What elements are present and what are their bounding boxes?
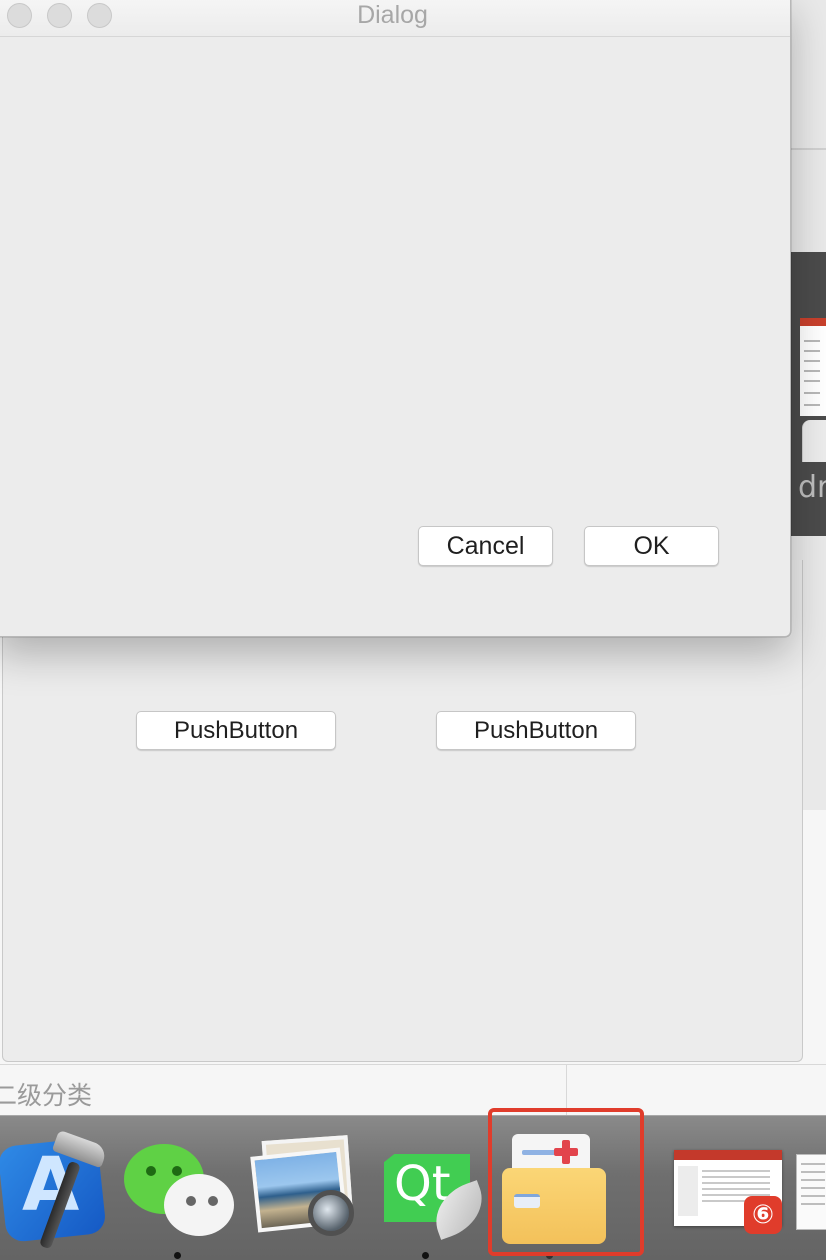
background-panel — [802, 420, 826, 462]
running-indicator-dot — [422, 1252, 429, 1259]
wechat-eye — [146, 1166, 156, 1176]
cancel-button[interactable]: Cancel — [418, 526, 553, 566]
highlight-annotation-box — [488, 1108, 644, 1256]
preview-loupe — [308, 1190, 354, 1236]
music-sidebar — [678, 1166, 698, 1216]
wechat-bubble-white — [164, 1174, 234, 1236]
mini-line — [804, 350, 820, 352]
dock: A Qt ⑥ — [0, 1115, 826, 1260]
mini-line — [804, 404, 820, 406]
music-row — [702, 1182, 770, 1184]
wechat-eye — [208, 1196, 218, 1206]
wechat-icon[interactable] — [120, 1130, 234, 1242]
mini-line — [804, 340, 820, 342]
running-indicator-dot — [174, 1252, 181, 1259]
window-thumbnail[interactable] — [796, 1154, 826, 1230]
ok-button[interactable]: OK — [584, 526, 719, 566]
music-row — [702, 1176, 770, 1178]
mini-line — [804, 360, 820, 362]
thumb-row — [801, 1179, 825, 1181]
music-row — [702, 1170, 770, 1172]
thumb-row — [801, 1187, 825, 1189]
xcode-icon[interactable]: A — [0, 1129, 109, 1250]
background-divider — [0, 1064, 826, 1065]
thumbnail-text: dr — [798, 470, 826, 505]
background-window-strip — [790, 148, 826, 150]
wechat-eye — [186, 1196, 196, 1206]
mini-app-window — [800, 318, 826, 416]
push-button-left[interactable]: PushButton — [136, 711, 336, 750]
thumb-row — [801, 1195, 825, 1197]
background-category-label: 二级分类 — [0, 1081, 93, 1110]
mini-line — [804, 392, 820, 394]
dialog-titlebar[interactable]: Dialog — [0, 0, 790, 37]
music-row — [702, 1188, 770, 1190]
netease-music-icon: ⑥ — [744, 1196, 782, 1234]
netease-music-window-thumbnail[interactable]: ⑥ — [670, 1146, 786, 1236]
thumb-row — [801, 1171, 825, 1173]
wechat-eye — [172, 1166, 182, 1176]
background-app-thumbnail: dr — [790, 252, 826, 536]
qt-creator-icon[interactable]: Qt — [378, 1130, 492, 1242]
thumb-row — [801, 1163, 825, 1165]
dialog-title: Dialog — [357, 1, 428, 29]
mini-line — [804, 370, 820, 372]
mini-line — [804, 380, 820, 382]
thumb-row — [801, 1203, 825, 1205]
dialog-window: Dialog Cancel OK — [0, 0, 791, 637]
push-button-right[interactable]: PushButton — [436, 711, 636, 750]
preview-icon[interactable] — [246, 1130, 358, 1242]
